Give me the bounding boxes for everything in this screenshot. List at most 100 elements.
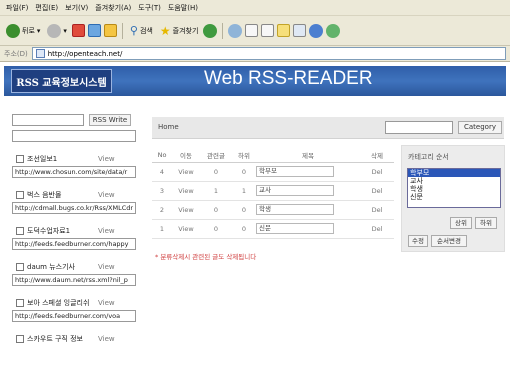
table-header-row: No 이동 관련글 하위 제목 삭제 xyxy=(152,148,394,163)
category-option[interactable]: 교사 xyxy=(408,177,500,185)
row-view-link[interactable]: View xyxy=(172,181,200,201)
feed-view-link[interactable]: View xyxy=(98,335,115,343)
row-title-cell: 신문 xyxy=(256,219,360,239)
main-toolbar: Home Category xyxy=(152,117,504,139)
row-no: 3 xyxy=(152,181,172,201)
feed-sidebar: RSS Write 조선일보1 View http://www.chosun.c… xyxy=(12,114,136,344)
home-breadcrumb[interactable]: Home xyxy=(158,123,179,131)
stop-icon[interactable] xyxy=(71,24,85,37)
search-button[interactable]: ⚲ 검색 xyxy=(128,22,155,40)
address-url: http://openteach.net/ xyxy=(47,49,123,58)
row-delete-link[interactable]: Del xyxy=(360,162,394,182)
refresh-icon[interactable] xyxy=(87,24,101,37)
row-delete-link[interactable]: Del xyxy=(360,181,394,201)
research-icon[interactable] xyxy=(326,23,341,38)
chevron-down-icon: ▾ xyxy=(36,26,41,35)
menu-edit[interactable]: 편집(E) xyxy=(35,3,58,13)
feed-url-field[interactable]: http://feeds.feedburner.com/voa xyxy=(12,310,136,322)
row-delete-link[interactable]: Del xyxy=(360,219,394,239)
row-view-link[interactable]: View xyxy=(172,200,200,220)
back-label: 뒤로 xyxy=(22,26,35,35)
move-down-button[interactable]: 하위 xyxy=(475,217,497,229)
category-option[interactable]: 학생 xyxy=(408,185,500,193)
feed-checkbox[interactable] xyxy=(16,190,24,199)
feed-url-field[interactable]: http://www.daum.net/rss.xml?nil_p xyxy=(12,274,136,286)
rss-url-input[interactable] xyxy=(12,130,136,142)
browser-toolbar: 뒤로 ▾ ▾ ⚲ 검색 ★ 즐겨찾기 xyxy=(0,16,510,46)
feed-checkbox[interactable] xyxy=(16,298,24,307)
page-icon xyxy=(35,49,45,58)
feed-checkbox[interactable] xyxy=(16,154,24,163)
feed-url-field[interactable]: http://feeds.feedburner.com/happy xyxy=(12,238,136,250)
folder-icon[interactable] xyxy=(277,24,291,37)
forward-arrow-icon xyxy=(47,23,62,38)
feed-url-field[interactable]: http://cdmall.bugs.co.kr/Rss/XMLCdr xyxy=(12,202,136,214)
print-icon[interactable] xyxy=(261,24,275,37)
feed-view-link[interactable]: View xyxy=(98,299,115,307)
mail-icon[interactable] xyxy=(245,24,259,37)
column-header: No xyxy=(152,148,172,163)
row-no: 2 xyxy=(152,200,172,220)
page-header: RSS 교육정보시스템 Web RSS-READER xyxy=(4,66,506,96)
search-label: 검색 xyxy=(139,26,153,35)
feed-name: 보아 스페셜 잉글리쉬 xyxy=(27,298,90,307)
row-no: 4 xyxy=(152,162,172,182)
history-icon[interactable] xyxy=(228,23,243,38)
feed-checkbox[interactable] xyxy=(16,262,24,271)
menu-favorites[interactable]: 즐겨찾기(A) xyxy=(95,3,131,13)
rss-write-button[interactable]: RSS Write xyxy=(89,114,131,126)
menu-tools[interactable]: 도구(T) xyxy=(138,3,161,13)
row-no: 1 xyxy=(152,219,172,239)
category-option[interactable]: 신문 xyxy=(408,193,500,201)
row-title-input[interactable]: 학부모 xyxy=(256,166,334,177)
feed-checkbox[interactable] xyxy=(16,334,24,343)
feed-view-link[interactable]: View xyxy=(98,227,115,235)
menu-help[interactable]: 도움말(H) xyxy=(168,3,198,13)
rss-name-input[interactable] xyxy=(12,114,84,126)
row-title-input[interactable]: 신문 xyxy=(256,223,334,234)
category-input[interactable] xyxy=(385,121,453,134)
page-title: Web RSS-READER xyxy=(204,68,373,89)
feed-item: 조선일보1 View http://www.chosun.com/site/da… xyxy=(12,153,136,178)
category-order-listbox[interactable]: 학부모 교사 학생 신문 xyxy=(407,168,501,208)
menu-file[interactable]: 파일(F) xyxy=(6,3,28,13)
row-title-cell: 교사 xyxy=(256,181,360,201)
back-arrow-icon xyxy=(6,23,20,38)
category-button[interactable]: Category xyxy=(458,121,502,134)
row-sub-count: 0 xyxy=(232,162,256,182)
browser-menubar: 파일(F) 편집(E) 보기(V) 즐겨찾기(A) 도구(T) 도움말(H) xyxy=(0,0,510,16)
feed-checkbox[interactable] xyxy=(16,226,24,235)
change-order-button[interactable]: 순서변경 xyxy=(431,235,467,247)
forward-button[interactable]: ▾ xyxy=(45,22,69,40)
move-up-button[interactable]: 상위 xyxy=(450,217,472,229)
address-bar: 주소(D) http://openteach.net/ xyxy=(0,46,510,62)
edit-button[interactable]: 수정 xyxy=(408,235,428,247)
star-icon: ★ xyxy=(159,23,171,38)
row-related-count: 0 xyxy=(200,200,232,220)
back-button[interactable]: 뒤로 ▾ xyxy=(4,22,42,40)
site-logo[interactable]: RSS 교육정보시스템 xyxy=(11,69,112,93)
media-icon[interactable] xyxy=(203,23,218,38)
address-input[interactable]: http://openteach.net/ xyxy=(31,47,506,60)
row-delete-link[interactable]: Del xyxy=(360,200,394,220)
home-icon[interactable] xyxy=(103,24,117,37)
column-header: 관련글 xyxy=(200,148,232,163)
feed-view-link[interactable]: View xyxy=(98,263,115,271)
row-view-link[interactable]: View xyxy=(172,219,200,239)
row-related-count: 0 xyxy=(200,219,232,239)
row-view-link[interactable]: View xyxy=(172,162,200,182)
category-table: No 이동 관련글 하위 제목 삭제 4 View 0 0 학부모 Del 3 … xyxy=(152,148,394,239)
row-title-input[interactable]: 교사 xyxy=(256,185,334,196)
row-title-input[interactable]: 학생 xyxy=(256,204,334,215)
category-option[interactable]: 학부모 xyxy=(408,169,500,177)
menu-view[interactable]: 보기(V) xyxy=(65,3,88,13)
table-row: 1 View 0 0 신문 Del xyxy=(152,219,394,239)
discuss-icon[interactable] xyxy=(309,23,324,38)
messenger-icon[interactable] xyxy=(293,24,307,37)
feed-view-link[interactable]: View xyxy=(98,155,115,163)
favorites-button[interactable]: ★ 즐겨찾기 xyxy=(158,22,201,40)
feed-view-link[interactable]: View xyxy=(98,191,115,199)
feed-url-field[interactable]: http://www.chosun.com/site/data/r xyxy=(12,166,136,178)
toolbar-separator xyxy=(222,22,224,39)
row-title-cell: 학생 xyxy=(256,200,360,220)
